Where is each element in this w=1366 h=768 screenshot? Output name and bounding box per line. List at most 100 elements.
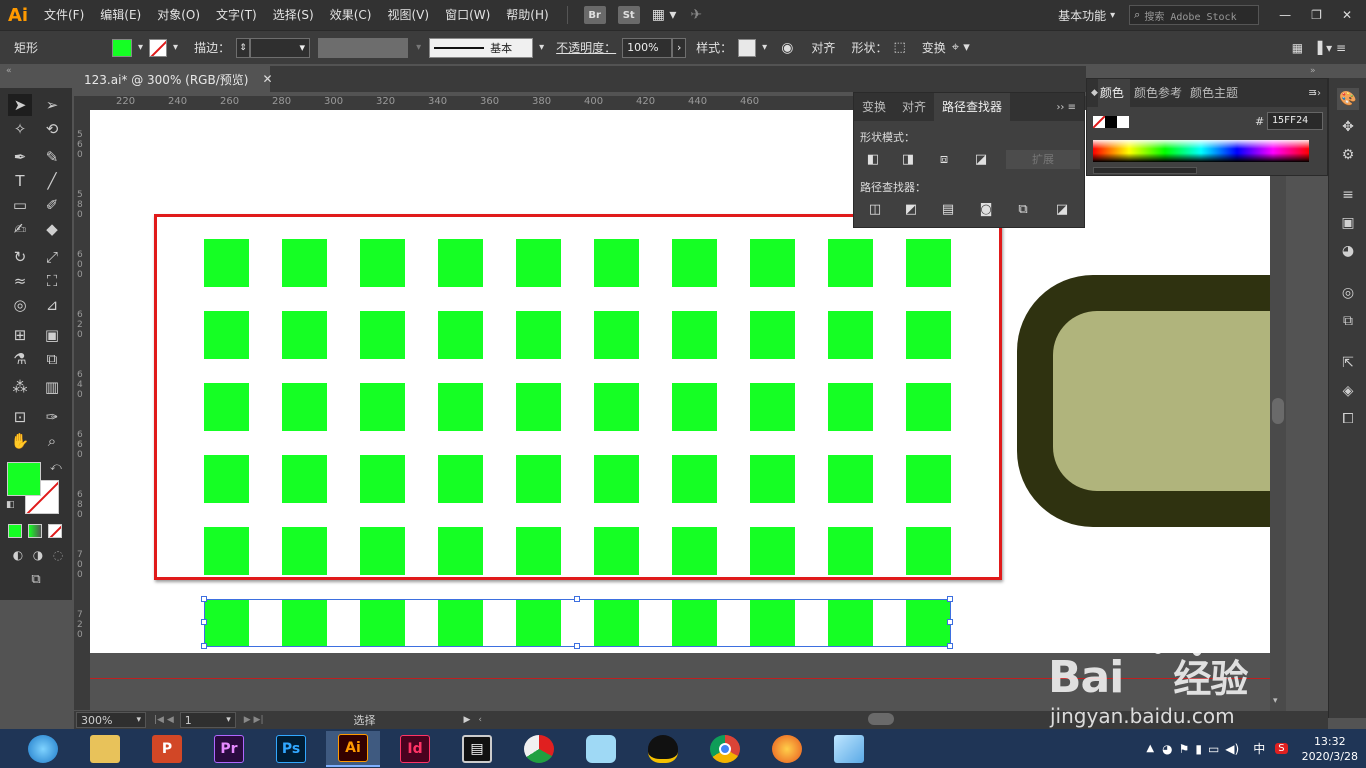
merge-icon[interactable]: ▤ [939, 200, 957, 218]
paintbrush-icon[interactable]: ✐ [40, 194, 64, 216]
taskbar-qq[interactable] [636, 731, 690, 767]
gpu-performance-icon[interactable]: ✈ [690, 7, 702, 23]
menu-help[interactable]: 帮助(H) [498, 0, 556, 30]
bridge-button[interactable]: Br [583, 6, 606, 24]
scale-tool-icon[interactable]: ⤢ [40, 246, 64, 268]
close-tab-icon[interactable]: ✕ [262, 72, 272, 86]
line-tool-icon[interactable]: ╱ [40, 170, 64, 192]
taskbar-illustrator[interactable]: Ai [326, 730, 380, 767]
tray-flag-icon[interactable]: ⚑ [1179, 742, 1190, 756]
chevron-down-icon[interactable]: ▾ [1110, 10, 1115, 21]
status-tool-text[interactable]: 选择 [354, 712, 464, 728]
color-palette-icon[interactable]: 🎨 [1337, 88, 1359, 110]
none-mode-icon[interactable] [48, 524, 62, 538]
close-icon[interactable]: ✕ [1342, 8, 1352, 22]
perspective-grid-icon[interactable]: ⊿ [40, 294, 64, 316]
workspace-switcher[interactable]: 基本功能 [1058, 7, 1106, 24]
black-swatch[interactable] [1105, 116, 1117, 128]
export-icon[interactable]: ⇱ [1337, 352, 1359, 374]
scroll-thumb[interactable] [1272, 398, 1284, 424]
menu-edit[interactable]: 编辑(E) [92, 0, 149, 30]
tab-transform[interactable]: 变换 [854, 93, 894, 121]
clock[interactable]: 13:32 2020/3/28 [1302, 734, 1358, 764]
stroke-weight-input[interactable]: ▾ [250, 37, 311, 58]
minus-back-icon[interactable]: ◪ [1053, 200, 1071, 218]
artboard-tool-icon[interactable]: ⊡ [8, 406, 32, 428]
taskbar-video-app[interactable]: ▤ [450, 731, 504, 767]
exclude-icon[interactable]: ◪ [972, 150, 990, 168]
warp-tool-icon[interactable]: ≈ [8, 270, 32, 292]
color-spectrum-slider[interactable] [1093, 167, 1197, 174]
ime-indicator[interactable]: 中 [1253, 740, 1265, 757]
graphic-style-swatch[interactable] [738, 38, 757, 57]
expand-button[interactable]: 扩展 [1006, 150, 1080, 169]
gradient-panel-icon[interactable]: ▣ [1337, 212, 1359, 234]
chevron-down-icon[interactable]: ▾ [416, 42, 421, 53]
status-menu-arrow[interactable]: ▶ [464, 715, 471, 725]
taskbar-indesign[interactable]: Id [388, 731, 442, 767]
tab-color[interactable]: 颜色 [1097, 79, 1130, 107]
taskbar-chat-app[interactable] [574, 731, 628, 767]
first-artboard-icon[interactable]: |◀ ◀ [154, 715, 174, 725]
divide-icon[interactable]: ◫ [866, 200, 884, 218]
tab-color-themes[interactable]: 颜色主题 [1186, 79, 1242, 107]
taskbar-explorer[interactable] [78, 731, 132, 767]
variable-width-dropdown[interactable] [318, 37, 409, 58]
fill-swatch[interactable] [112, 38, 132, 57]
taskbar-notes[interactable] [822, 731, 876, 767]
chevron-down-icon[interactable]: ▾ [173, 42, 178, 53]
curvature-tool-icon[interactable]: ✎ [40, 146, 64, 168]
lasso-icon[interactable]: ⟲ [40, 118, 64, 140]
magic-wand-icon[interactable]: ✧ [8, 118, 32, 140]
menu-file[interactable]: 文件(F) [36, 0, 92, 30]
rotate-tool-icon[interactable]: ↻ [8, 246, 32, 268]
selection-tool-icon[interactable]: ➤ [8, 94, 32, 116]
menu-effect[interactable]: 效果(C) [322, 0, 380, 30]
artboards-panel-icon[interactable]: ⧠ [1337, 408, 1359, 430]
artboard[interactable] [90, 110, 1270, 653]
stroke-swatch[interactable] [149, 38, 168, 57]
chevron-down-icon[interactable]: ▾ [762, 42, 767, 53]
blend-tool-icon[interactable]: ⧉ [40, 348, 64, 370]
opacity-label[interactable]: 不透明度： [556, 39, 616, 56]
tab-color-guide[interactable]: 颜色参考 [1130, 79, 1186, 107]
taskbar-powerpoint[interactable]: P [140, 731, 194, 767]
transform-link[interactable]: 变换 [922, 39, 946, 56]
hex-input[interactable]: 15FF24 [1267, 112, 1323, 130]
menu-window[interactable]: 窗口(W) [437, 0, 498, 30]
appearance-panel-icon[interactable]: ◎ [1337, 282, 1359, 304]
rectangle-tool-icon[interactable]: ▭ [8, 194, 32, 216]
draw-inside-icon[interactable]: ◌ [46, 544, 70, 566]
eraser-icon[interactable]: ◆ [40, 218, 64, 240]
outline-icon[interactable]: ⧉ [1014, 200, 1032, 218]
align-link[interactable]: 对齐 [811, 39, 835, 56]
selection-handle[interactable] [574, 643, 580, 649]
selection-handle[interactable] [201, 643, 207, 649]
selection-handle[interactable] [947, 643, 953, 649]
color-guide-icon[interactable]: ✥ [1337, 116, 1359, 138]
none-swatch[interactable] [1093, 116, 1105, 128]
column-graph-icon[interactable]: ▥ [40, 376, 64, 398]
stroke-weight-stepper[interactable]: ⇕ [236, 37, 251, 58]
stock-button[interactable]: St [617, 6, 640, 24]
puppet-warp-icon[interactable]: ⌖ ▾ [952, 40, 970, 55]
taskbar-photoshop[interactable]: Ps [264, 731, 318, 767]
graphic-styles-icon[interactable]: ⧉ [1337, 310, 1359, 332]
pen-tool-icon[interactable]: ✒ [8, 146, 32, 168]
panel-menu-icon[interactable]: ▐ ▾ ≡ [1313, 41, 1346, 55]
menu-type[interactable]: 文字(T) [208, 0, 265, 30]
trim-icon[interactable]: ◩ [902, 200, 920, 218]
tray-network-icon[interactable]: ▭ [1208, 742, 1219, 756]
direct-selection-tool-icon[interactable]: ➢ [40, 94, 64, 116]
slice-tool-icon[interactable]: ✑ [40, 406, 64, 428]
symbol-sprayer-icon[interactable]: ⁂ [8, 376, 32, 398]
menu-view[interactable]: 视图(V) [379, 0, 437, 30]
hand-tool-icon[interactable]: ✋ [8, 430, 32, 452]
start-button[interactable] [16, 731, 70, 767]
taskbar-umbrella-app[interactable] [512, 731, 566, 767]
tray-volume-icon[interactable]: ◀) [1225, 742, 1239, 756]
gradient-mode-icon[interactable] [28, 524, 42, 538]
selection-bounding-box[interactable] [204, 599, 951, 647]
selection-handle[interactable] [201, 596, 207, 602]
taskbar-firefox[interactable] [760, 731, 814, 767]
